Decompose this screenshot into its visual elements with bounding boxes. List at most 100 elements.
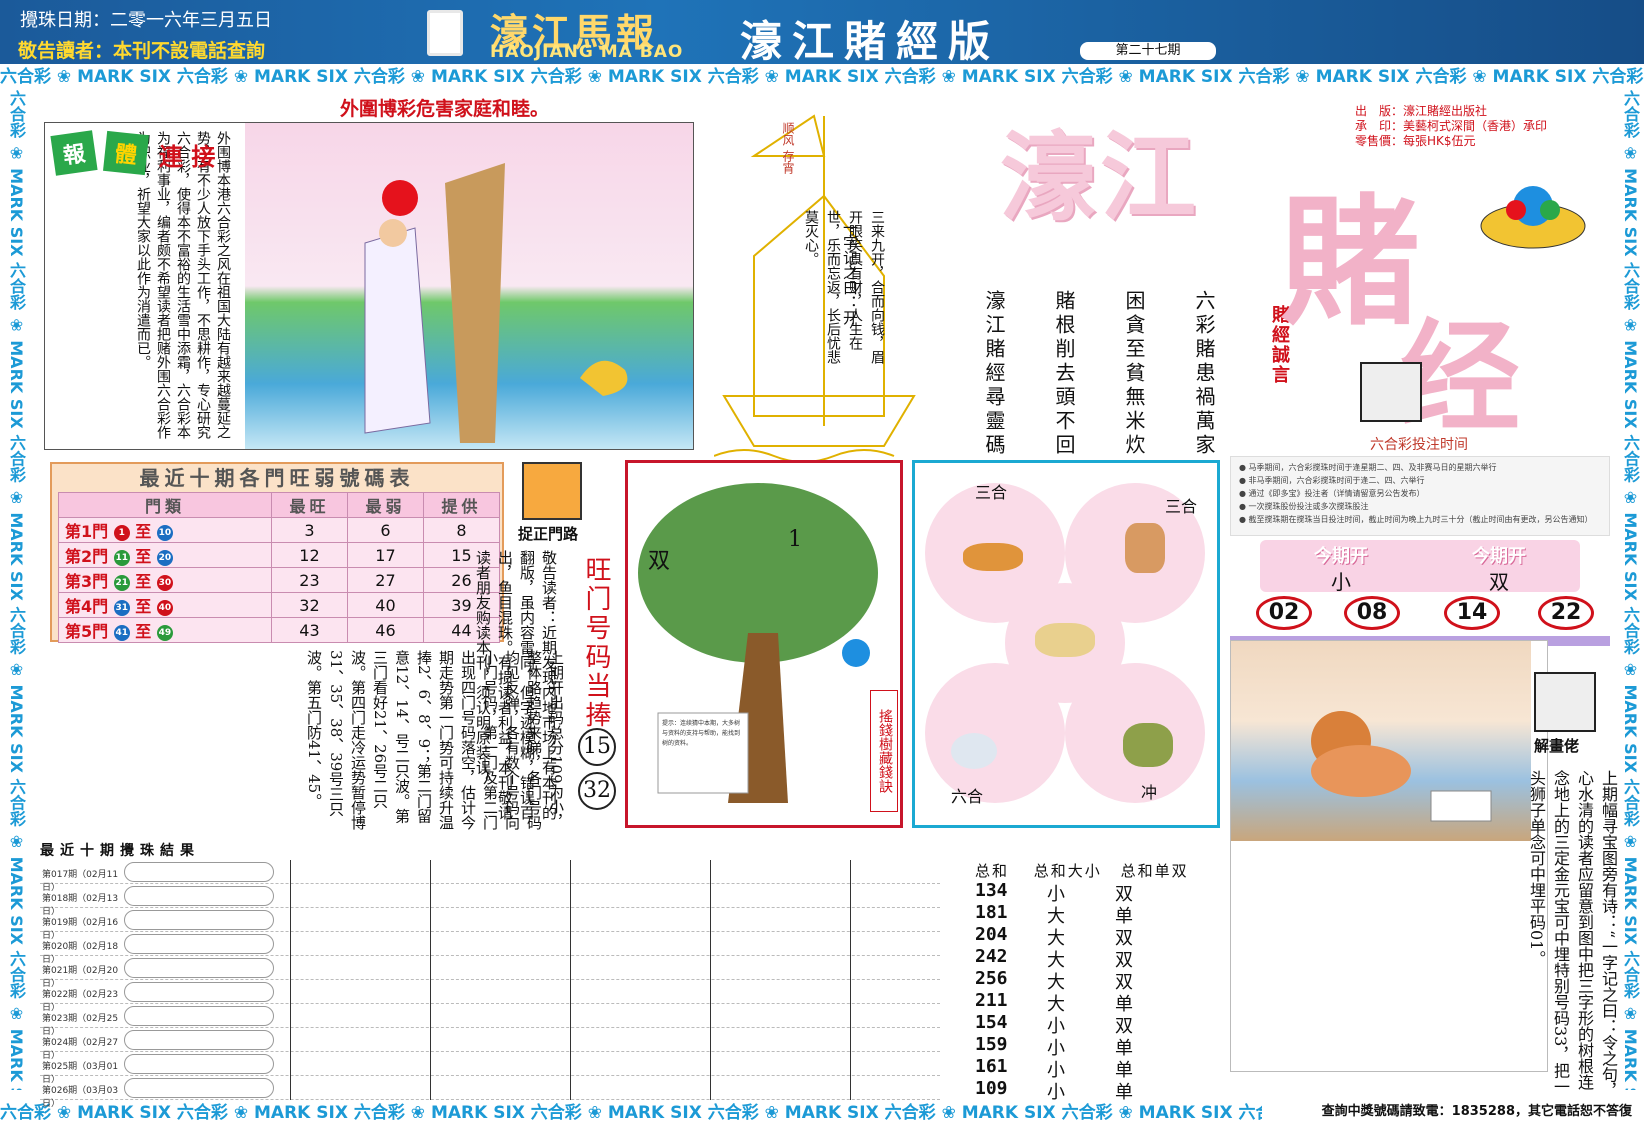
hint-label: 捉正門路 (518, 525, 579, 543)
range-to: 至 (135, 597, 152, 616)
top-border-strip: 六合彩 ❀ MARK SIX 六合彩 ❀ MARK SIX 六合彩 ❀ MARK… (0, 64, 1644, 90)
dragon-icon (1123, 723, 1173, 767)
cartoon-label: 解畫佬 (1534, 737, 1580, 755)
min-cell: 46 (346, 617, 424, 643)
results-title: 最近十期攪珠結果 (40, 843, 200, 859)
table-row: 第3門 21 至 30 23 27 26 (58, 567, 501, 593)
max-cell: 43 (270, 617, 348, 643)
result-row: 第026期（03月03日） (40, 1076, 940, 1109)
proverb-col-4: 濠江賭經尋靈碼 (982, 290, 1006, 458)
sum-row: 109 小 单 (975, 1078, 1175, 1103)
range-start-ball: 11 (113, 549, 130, 566)
big-title-du: 賭 (1280, 181, 1421, 345)
door-name: 第3門 21 至 30 (58, 567, 272, 593)
door-name: 第1門 1 至 10 (58, 517, 272, 543)
dog-icon (1035, 623, 1095, 657)
result-balls (124, 862, 274, 882)
tonight-panel: 今期开 小 今期开 双 (1260, 540, 1580, 594)
sum-size: 小 (1047, 1082, 1065, 1103)
sum-total: 109 (975, 1078, 1008, 1099)
bettime-item: ● 非马季期间，六合彩搅珠时间于逢二、四、六举行 (1239, 476, 1425, 485)
sum-total: 134 (975, 880, 1008, 901)
col-header: 最弱 (346, 492, 424, 518)
sum-total: 159 (975, 1034, 1008, 1055)
ship-title: 一字记之曰：开 (841, 220, 859, 325)
result-row: 第023期（02月25日） (40, 1004, 940, 1037)
header-bar: 攪珠日期：二零一六年三月五日 敬告讀者：本刊不設電話查詢 濠江馬報 HAOJIA… (0, 0, 1644, 66)
min-cell: 6 (346, 517, 424, 543)
result-row: 第024期（02月27日） (40, 1028, 940, 1061)
badge-char-3: 連 接 (159, 143, 216, 171)
result-balls (124, 982, 274, 1002)
proverb-col-2: 困貪至貧無米炊 (1122, 290, 1146, 458)
sum-total: 211 (975, 990, 1008, 1011)
bettime-box: ● 马季期间，六合彩搅珠时间于逢星期二、四、及非赛马日的星期六举行 ● 非马季期… (1230, 456, 1610, 536)
sum-total: 204 (975, 924, 1008, 945)
gold-ingot-icon (1480, 186, 1586, 249)
left-border-strip: 六合彩 ❀ MARK SIX 六合彩 ❀ MARK SIX 六合彩 ❀ MARK… (2, 90, 28, 1090)
range-to: 至 (135, 622, 152, 641)
result-balls (124, 886, 274, 906)
max-cell: 3 (270, 517, 348, 543)
max-cell: 23 (270, 567, 348, 593)
cartoon-text: 上期幅寻宝图旁有诗：“一字记之曰：令之句，心水清的读者应留意到图中把三字形的树根… (1527, 770, 1618, 1099)
col-header: 最旺 (270, 492, 348, 518)
sum-row: 256 大双 (975, 968, 1175, 993)
story-badge: 報 體 連 接 (47, 129, 247, 181)
sum-row: 211 大单 (975, 990, 1175, 1015)
badge-char-1: 報 (50, 130, 98, 176)
sum-header: 总和单双 (1120, 862, 1189, 880)
sum-parity: 单 (1115, 1082, 1133, 1103)
publisher-line: 出 版：濠江賭經出版社 (1355, 104, 1488, 118)
range-start-ball: 1 (113, 524, 130, 541)
sum-total: 161 (975, 1056, 1008, 1077)
result-row: 第017期（02月11日） (40, 860, 940, 893)
story-panel: 外围博本港六合彩之风在祖国大陆有越来越蔓延之势，有不少人放下手头工作，不思耕作，… (44, 122, 694, 450)
grid-divider (430, 860, 431, 1100)
range-start-ball: 21 (113, 574, 130, 591)
hand-writing-icon (1360, 362, 1422, 422)
zodiac-panel: 三合 三合 六合 冲 (912, 460, 1220, 828)
tip-number: 08 (1344, 596, 1400, 630)
tree-note: 提示：连续猜中本期，大多树与资料的支持与帮助，能找到树的资料。 (662, 720, 741, 747)
result-row: 第020期（02月18日） (40, 932, 940, 965)
stats-grid: 門類 最旺 最弱 提供 第1門 1 至 10 3 6 8 第2門 11 至 20 12 17… (58, 492, 501, 643)
sum-total: 181 (975, 902, 1008, 923)
issue-number: 第二十七期 (1080, 42, 1216, 60)
grid-divider (710, 860, 711, 1100)
book-icon (427, 10, 463, 56)
tree-left-mark: 双 (648, 549, 671, 574)
range-end-ball: 40 (156, 599, 173, 616)
door-name: 第4門 31 至 40 (58, 592, 272, 618)
bettime-item: ● 马季期间，六合彩搅珠时间于逢星期二、四、及非赛马日的星期六举行 (1239, 463, 1497, 472)
pen-hand-icon (1534, 672, 1596, 732)
sum-row: 154 小双 (975, 1012, 1175, 1037)
proverb-col-1: 六彩賭患禍萬家 (1192, 290, 1216, 458)
hot-number: 32 (578, 772, 616, 810)
hot-number: 15 (578, 728, 616, 766)
bettime-item: ● 通过《即多宝》投注者（详情请留意另公告发布） (1239, 489, 1425, 498)
sum-total: 242 (975, 946, 1008, 967)
range-end-ball: 10 (156, 524, 173, 541)
price-line: 零售價：每張HK$伍元 (1355, 134, 1476, 148)
zodiac-bottom-left: 六合 (951, 787, 984, 806)
give-cell: 8 (422, 517, 501, 543)
result-balls (124, 934, 274, 954)
table-row: 第4門 31 至 40 32 40 39 (58, 592, 501, 618)
tiger-icon (963, 543, 1023, 571)
col-header: 門類 (58, 492, 272, 518)
sage-illustration (245, 123, 693, 449)
horse-icon (1125, 523, 1165, 573)
sum-row: 134 小双 (975, 880, 1175, 905)
result-balls (124, 910, 274, 930)
min-cell: 17 (346, 542, 424, 568)
door-label: 第2門 (65, 547, 109, 566)
range-to: 至 (135, 572, 152, 591)
door-name: 第2門 11 至 20 (58, 542, 272, 568)
result-issue: 第026期（03月03日） (42, 1086, 119, 1109)
result-row: 第021期（02月20日） (40, 956, 940, 989)
sum-row: 204 大双 (975, 924, 1175, 949)
sum-row: 161 小单 (975, 1056, 1175, 1081)
zodiac-top-left: 三合 (975, 483, 1008, 502)
rabbit-icon (951, 733, 997, 769)
